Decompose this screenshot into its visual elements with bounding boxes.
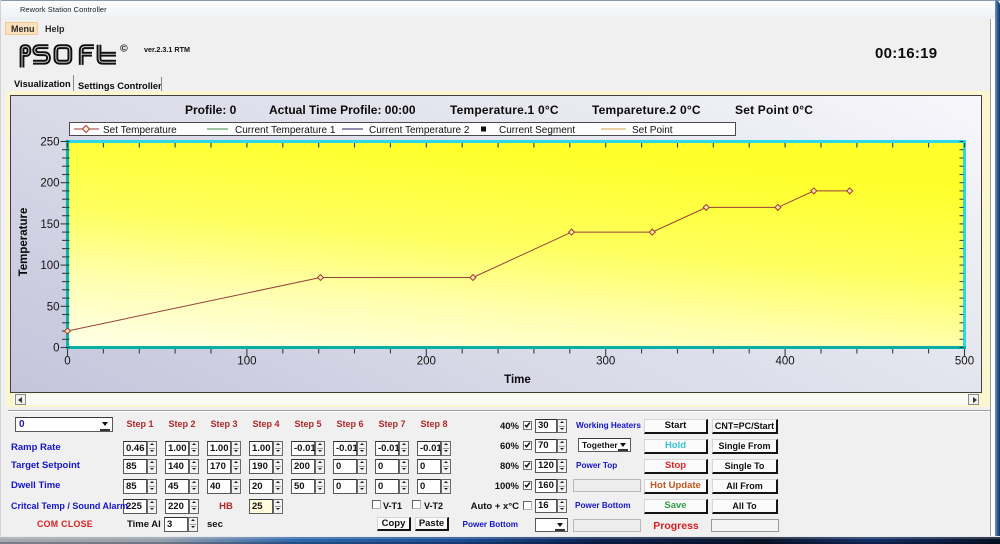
svg-text:©: ©: [120, 43, 128, 55]
svg-text:400: 400: [776, 356, 795, 368]
svg-text:Temperature: Temperature: [18, 208, 30, 277]
svg-text:300: 300: [596, 356, 615, 368]
svg-text:500: 500: [955, 356, 974, 368]
svg-text:250: 250: [40, 137, 59, 149]
svg-text:50: 50: [47, 301, 60, 313]
svg-text:0: 0: [53, 343, 59, 355]
svg-text:Time: Time: [504, 374, 531, 386]
svg-text:200: 200: [40, 178, 59, 190]
svg-text:100: 100: [40, 260, 59, 272]
svg-text:200: 200: [417, 356, 436, 368]
svg-text:150: 150: [40, 219, 59, 231]
svg-text:100: 100: [237, 356, 256, 368]
svg-text:0: 0: [64, 356, 70, 368]
